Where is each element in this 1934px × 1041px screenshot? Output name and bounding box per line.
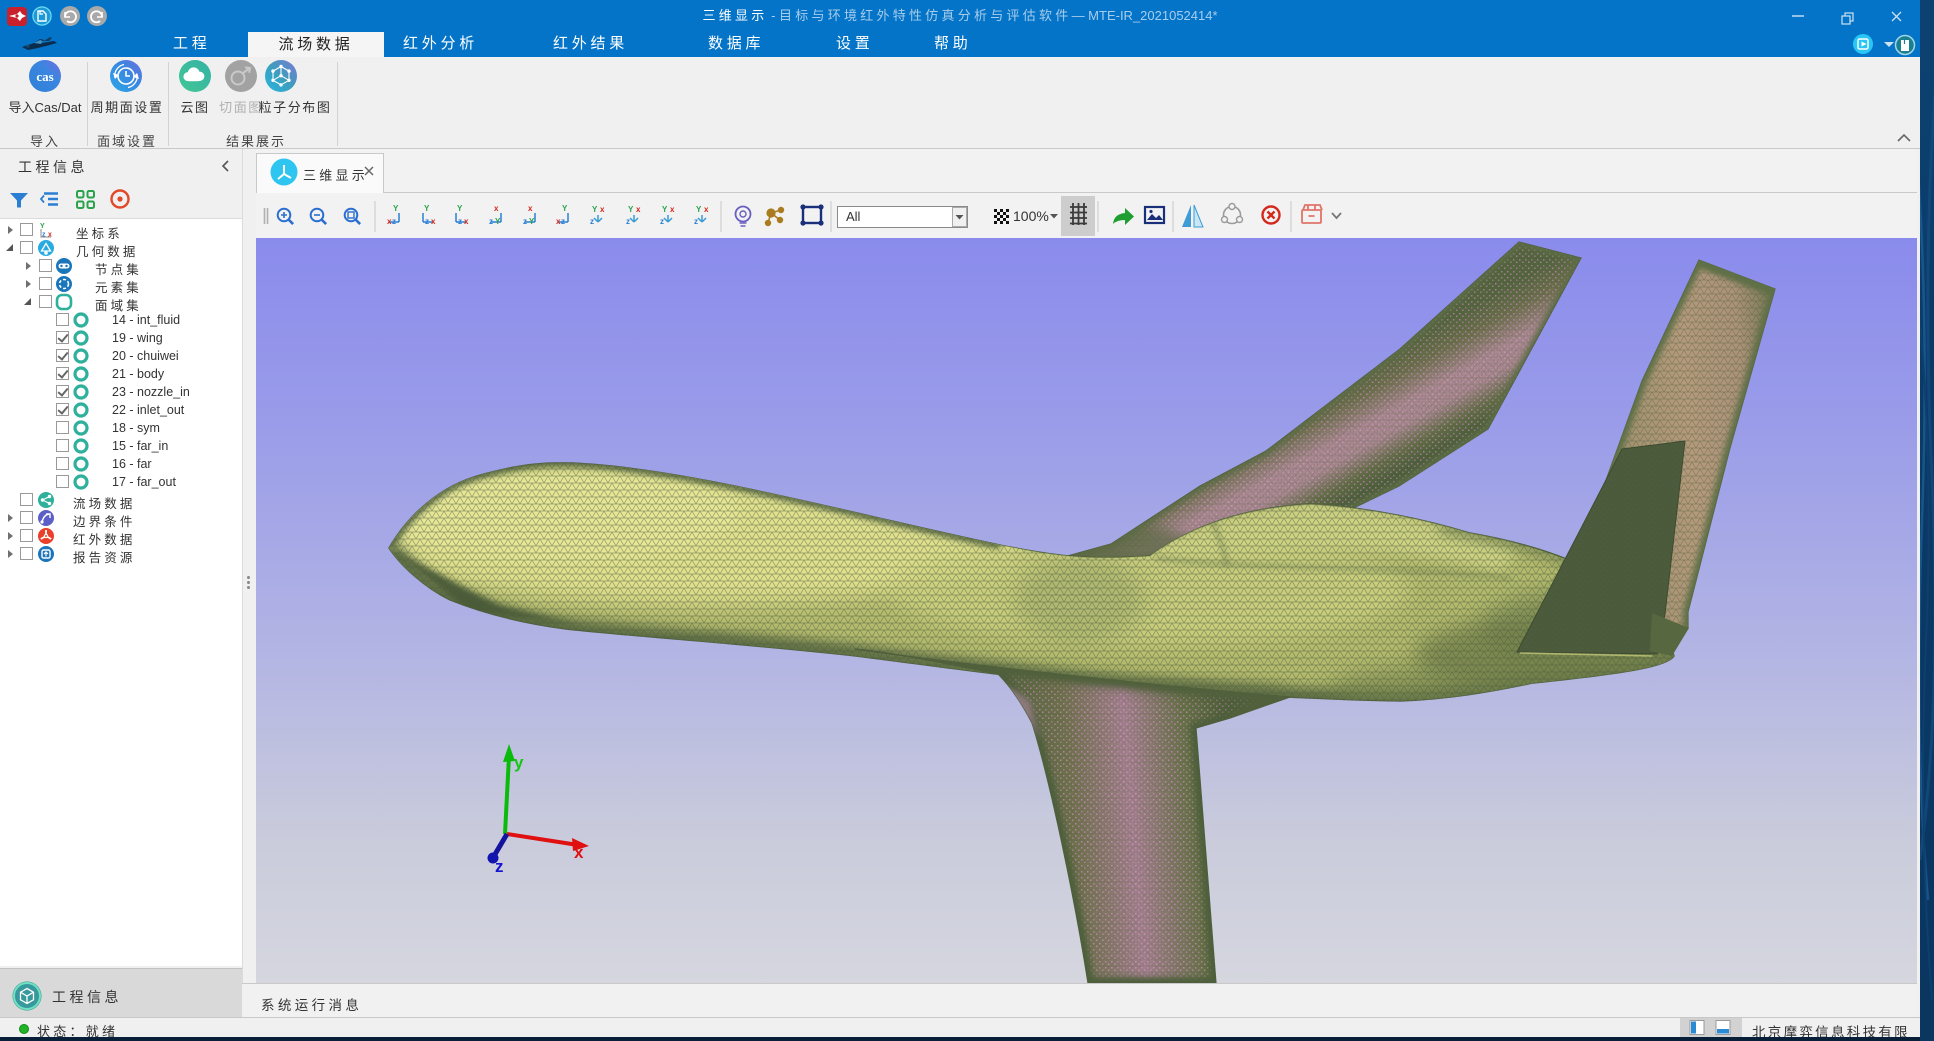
svg-text:z: z: [495, 857, 504, 876]
svg-text:All: All: [846, 209, 861, 224]
svg-text:y: y: [514, 753, 524, 772]
svg-text:cas: cas: [36, 69, 53, 84]
svg-text:x: x: [574, 843, 584, 862]
svg-text:100%: 100%: [1013, 208, 1049, 224]
